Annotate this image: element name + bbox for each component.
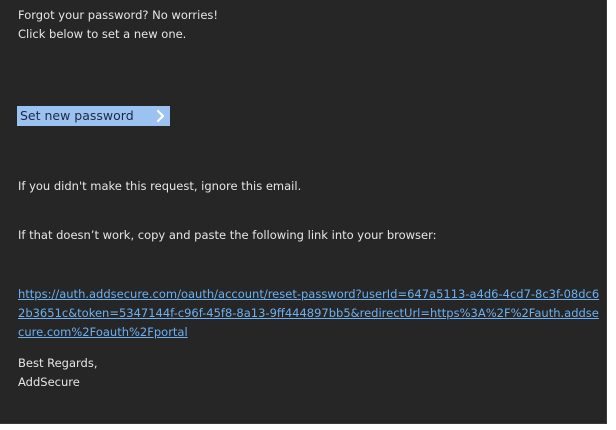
reset-password-link[interactable]: https://auth.addsecure.com/oauth/account… [18,285,603,342]
ignore-notice: If you didn't make this request, ignore … [18,179,302,193]
chevron-right-icon [156,109,165,123]
intro-line-1: Forgot your password? No worries! [18,8,218,22]
fallback-instructions: If that doesn’t work, copy and paste the… [18,228,437,242]
sender-name: AddSecure [18,375,80,389]
email-body: Forgot your password? No worries! Click … [0,0,607,424]
intro-line-2: Click below to set a new one. [18,27,187,41]
set-new-password-label: Set new password [20,108,134,123]
sign-off: Best Regards, [18,356,98,370]
set-new-password-button[interactable]: Set new password [17,106,170,126]
